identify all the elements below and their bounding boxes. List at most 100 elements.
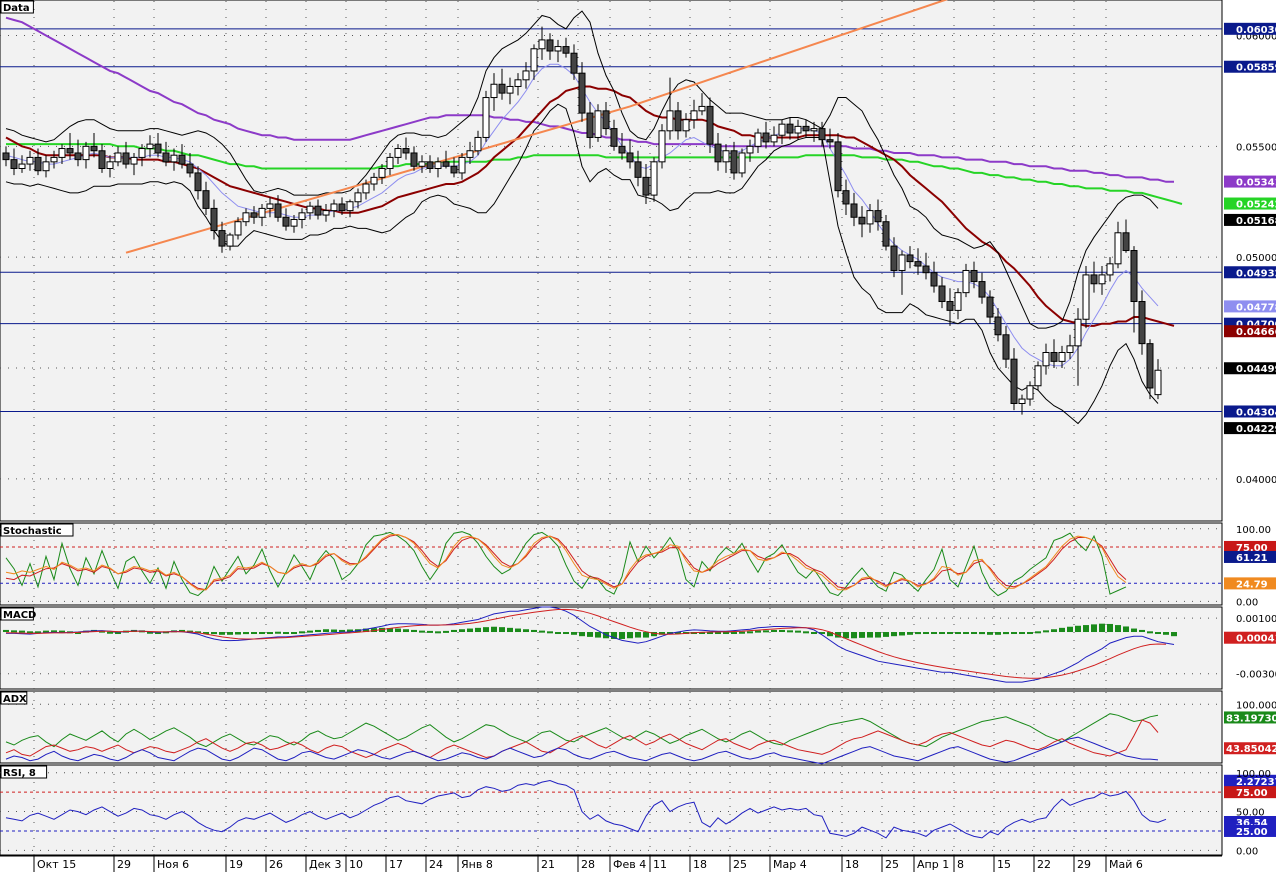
candle-body (298, 212, 306, 220)
candle-body (730, 150, 738, 174)
macd-histogram-bar (1099, 623, 1105, 633)
macd-histogram-bar (987, 632, 993, 635)
candle-body (210, 207, 218, 232)
macd-histogram-bar (507, 627, 513, 633)
candle-body (1098, 274, 1106, 285)
value-label: 61.21 (1236, 553, 1268, 564)
candle-body (346, 201, 354, 212)
candle-body (938, 285, 946, 303)
x-axis-label: 29 (117, 858, 131, 871)
candle-body (98, 150, 106, 169)
candle-body (370, 176, 378, 185)
panel-title: Data (3, 3, 30, 14)
y-tick-label: 0.00 (1236, 846, 1258, 857)
candle-body (290, 218, 298, 227)
macd-histogram-bar (771, 629, 777, 633)
candle-body (930, 272, 938, 287)
candle-body (354, 192, 362, 203)
candle-body (202, 190, 210, 209)
candle-body (858, 216, 866, 225)
value-label: 75.00 (1236, 788, 1268, 799)
candle-body (802, 125, 810, 132)
macd-histogram-bar (547, 631, 553, 634)
macd-histogram-bar (107, 631, 113, 634)
macd-histogram-bar (1019, 632, 1025, 635)
macd-histogram-bar (3, 629, 9, 633)
macd-histogram-bar (267, 632, 273, 635)
candle-body (946, 301, 954, 311)
macd-histogram-bar (747, 631, 753, 634)
candle-body (610, 128, 618, 147)
candle-body (810, 128, 818, 132)
macd-histogram-bar (851, 632, 857, 639)
candle-body (986, 296, 994, 318)
candle-body (602, 110, 610, 130)
macd-histogram-bar (955, 632, 961, 635)
panel-data: 0.060000.055000.050000.045000.040000.060… (0, 0, 1276, 522)
x-axis-label: Фев 4 (613, 858, 646, 871)
candle-body (834, 141, 842, 192)
candle-body (34, 156, 42, 172)
macd-histogram-bar (411, 629, 417, 633)
macd-histogram-bar (1131, 628, 1137, 633)
candle-body (826, 139, 834, 143)
macd-histogram-bar (531, 629, 537, 633)
candle-body (1138, 301, 1146, 345)
macd-histogram-bar (643, 632, 649, 638)
candle-body (466, 150, 474, 158)
macd-histogram-bar (427, 630, 433, 633)
x-axis-label: 22 (1037, 858, 1051, 871)
candle-body (1082, 274, 1090, 320)
candle-body (442, 161, 450, 167)
candle-body (626, 152, 634, 163)
macd-histogram-bar (1043, 630, 1049, 633)
macd-histogram-bar (1059, 627, 1065, 633)
candle-body (714, 143, 722, 163)
candle-body (1010, 358, 1018, 404)
candle-body (1122, 232, 1130, 252)
value-label: 0.04778 (1236, 302, 1276, 313)
candle-body (778, 123, 786, 136)
value-label: 0.06030 (1236, 25, 1276, 36)
macd-histogram-bar (995, 632, 1001, 635)
candle-body (642, 176, 650, 196)
macd-histogram-bar (1027, 632, 1033, 635)
value-label: 0.04499 (1236, 364, 1276, 375)
macd-histogram-bar (491, 626, 497, 633)
macd-histogram-bar (723, 632, 729, 635)
macd-histogram-bar (1035, 631, 1041, 634)
value-label: 0.05168 (1236, 216, 1276, 227)
candle-body (394, 148, 402, 158)
candle-body (490, 83, 498, 99)
macd-histogram-bar (435, 631, 441, 634)
y-tick-label: 100.00 (1236, 769, 1271, 780)
x-axis-label: 29 (1077, 858, 1091, 871)
candle-body (1114, 232, 1122, 265)
x-axis-label: 21 (541, 858, 555, 871)
candle-body (242, 212, 250, 223)
candle-body (266, 203, 274, 209)
value-label: 0.05341 (1236, 178, 1276, 189)
candle-body (234, 221, 242, 236)
macd-histogram-bar (1147, 631, 1153, 634)
macd-histogram-bar (467, 628, 473, 633)
value-label: 0.05242 (1236, 200, 1276, 211)
x-axis-label: 25 (733, 858, 747, 871)
panel-title: ADX (3, 694, 27, 705)
macd-histogram-bar (1083, 625, 1089, 633)
candle-body (18, 163, 26, 169)
candle-body (962, 269, 970, 294)
candle-body (1074, 318, 1082, 347)
candle-body (498, 83, 506, 94)
macd-histogram-bar (931, 632, 937, 635)
macd-histogram-bar (1171, 632, 1177, 637)
candle-body (1146, 343, 1154, 389)
macd-histogram-bar (483, 627, 489, 633)
candle-body (194, 172, 202, 192)
candle-body (514, 79, 522, 87)
chart-root: 0.060000.055000.050000.045000.040000.060… (0, 0, 1276, 872)
candle-body (122, 152, 130, 165)
candle-body (434, 161, 442, 169)
candle-body (274, 203, 282, 218)
candle-body (994, 316, 1002, 336)
